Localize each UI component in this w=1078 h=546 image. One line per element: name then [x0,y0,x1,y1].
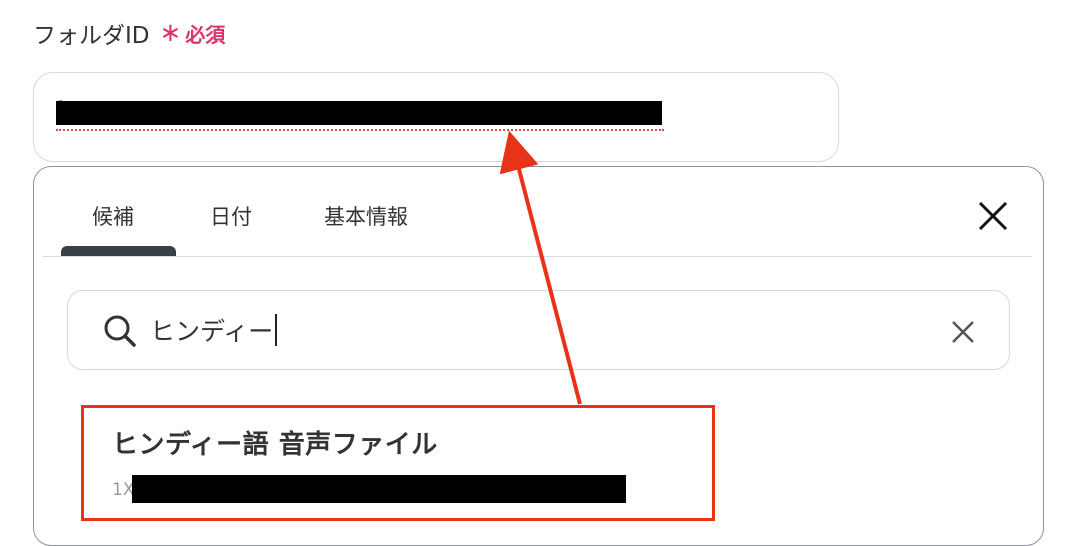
search-text: ヒンディー [150,313,278,347]
close-button[interactable] [976,199,1010,233]
search-icon [104,315,136,347]
text-caret [275,314,278,346]
search-input[interactable]: ヒンディー [67,290,1010,370]
tab-bar: 候補 日付 基本情報 [34,167,1043,257]
result-item-hindi-audio[interactable]: ヒンディー語 音声ファイル 1X [81,405,715,521]
tab-date[interactable]: 日付 [210,201,252,231]
required-text: 必須 [185,22,226,47]
result-title: ヒンディー語 音声ファイル [112,430,438,460]
active-tab-indicator [61,246,176,256]
clear-icon[interactable] [950,319,976,345]
tab-divider [42,256,1032,257]
spellcheck-underline [56,129,664,131]
redacted-folder-id [56,101,662,125]
tab-candidates[interactable]: 候補 [92,201,134,231]
required-star-icon: ∗ [159,18,182,48]
variable-picker-popup: 候補 日付 基本情報 ヒンディー ヒンディー語 音声ファイル 1X [33,166,1044,546]
search-value: ヒンディー [150,317,274,346]
folder-id-input[interactable]: 1 [33,72,839,162]
tab-basic-info[interactable]: 基本情報 [324,201,408,231]
redacted-result-id [132,475,626,503]
folder-id-label-text: フォルダID [33,23,150,49]
folder-id-label: フォルダID ∗ 必須 [33,16,225,50]
close-icon [978,201,1008,231]
